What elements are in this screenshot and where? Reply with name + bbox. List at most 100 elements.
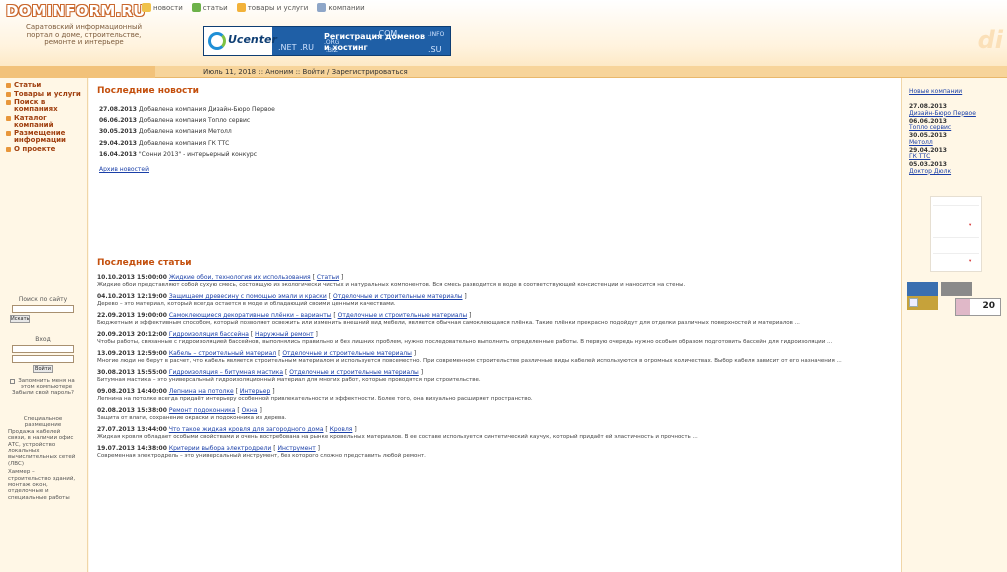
news-item[interactable]: 30.05.2013 Добавлена компания Метолл — [99, 126, 599, 137]
sidebar-link[interactable]: О проекте — [14, 145, 55, 153]
article-summary: Дерево – это материал, который всегда ос… — [97, 301, 396, 307]
company-link[interactable]: Доктор Дюлк — [909, 168, 1005, 176]
company-link[interactable]: Дизайн-Бюро Первое — [909, 110, 1005, 118]
article-category-link[interactable]: Кровля — [330, 426, 353, 433]
article-category-link[interactable]: Отделочные и строительные материалы — [289, 369, 419, 376]
date-user-login-links[interactable]: Июль 11, 2018 :: Аноним :: Войти / Зарег… — [203, 68, 408, 76]
search-button[interactable]: Искать — [10, 315, 30, 323]
broken-image-icon — [909, 298, 918, 307]
article-date: 27.07.2013 13:44:00 — [97, 426, 167, 433]
company-link[interactable]: Топло сервис — [909, 124, 1005, 132]
article-title-link[interactable]: Гидроизоляция – битумная мастика — [169, 369, 283, 376]
search-input[interactable] — [12, 305, 74, 313]
article-title-link[interactable]: Самоклеющиеся декоративные плёнки – вари… — [169, 312, 332, 319]
news-date: 29.04.2013 — [99, 139, 137, 147]
sidebar-item-goods[interactable]: Товары и услуги — [6, 90, 86, 98]
sidebar-link[interactable]: Поиск в компаниях — [14, 99, 86, 113]
article-date: 22.09.2013 19:00:00 — [97, 312, 167, 319]
search-label: Поиск по сайту — [18, 296, 68, 303]
company-link[interactable]: Метолл — [909, 139, 1005, 147]
news-item[interactable]: 16.04.2013 "Сонни 2013" - интерьерный ко… — [99, 149, 599, 160]
articles-list: 10.10.2013 15:00:00 Жидкие обои, техноло… — [97, 274, 897, 464]
article-title-link[interactable]: Защищаем древесину с помощью эмали и кра… — [169, 293, 327, 300]
company-link[interactable]: ГК ТТС — [909, 153, 1005, 161]
topnav-news-label: новости — [153, 3, 183, 12]
sidebar-link[interactable]: Статьи — [14, 82, 41, 89]
topnav-news[interactable]: новости — [142, 3, 183, 12]
news-item[interactable]: 29.04.2013 Добавлена компания ГК ТТС — [99, 138, 599, 149]
login-label: Вход — [35, 336, 51, 343]
article-title-link[interactable]: Жидкие обои, технология их использования — [169, 274, 311, 281]
bullet-icon — [6, 115, 11, 121]
remember-row: Запомнить меня на этом компьютере — [10, 378, 76, 390]
news-item[interactable]: 27.08.2013 Добавлена компания Дизайн-Бюр… — [99, 104, 599, 115]
article-item: 27.07.2013 13:44:00 Что такое жидкая кро… — [97, 426, 897, 441]
article-category-link[interactable]: Инструмент — [278, 445, 316, 452]
new-companies-title[interactable]: Новые компании — [909, 88, 962, 95]
zone-label: .SU — [428, 45, 442, 54]
goods-icon — [236, 3, 246, 12]
sidebar-item-company-search[interactable]: Поиск в компаниях — [6, 99, 86, 113]
news-text: "Сонни 2013" - интерьерный конкурс — [138, 150, 257, 158]
article-title-link[interactable]: Что такое жидкая кровля для загородного … — [169, 426, 324, 433]
article-category-link[interactable]: Окна — [242, 407, 258, 414]
news-text: Добавлена компания ГК ТТС — [138, 139, 230, 147]
article-title-link[interactable]: Лепнина на потолке — [169, 388, 234, 395]
article-category-link[interactable]: Отделочные и строительные материалы — [282, 350, 412, 357]
article-title-link[interactable]: Ремонт подоконника — [169, 407, 236, 414]
top-counter[interactable] — [941, 282, 973, 296]
sidebar-item-articles[interactable]: Статьи — [6, 82, 86, 89]
topnav-articles[interactable]: статьи — [191, 3, 228, 12]
login-button[interactable]: Войти — [33, 365, 53, 373]
article-title-link[interactable]: Гидроизоляция бассейна — [169, 331, 249, 338]
main-content: Последние новости 27.08.2013 Добавлена к… — [89, 78, 901, 572]
special-placement-text[interactable]: Продажа кабелей связи, в наличии офис АТ… — [8, 429, 78, 467]
news-archive-link[interactable]: Архив новостей — [99, 166, 149, 173]
forgot-password-link[interactable]: Забыли свой пароль? — [10, 390, 76, 396]
counter-badges-row-2: 20 — [907, 298, 1005, 318]
sidebar-link[interactable]: Товары и услуги — [14, 90, 81, 98]
article-category-link[interactable]: Отделочные и строительные материалы — [338, 312, 468, 319]
sidebar-link[interactable]: Каталог компаний — [14, 114, 86, 129]
site-logo[interactable]: DOMINFORM.RU — [4, 2, 145, 22]
article-item: 13.09.2013 12:59:00 Кабель – строительны… — [97, 350, 897, 365]
exchange-rates-widget[interactable]: ▾ ▾ — [930, 196, 982, 272]
username-field[interactable] — [12, 345, 74, 353]
ad-banner-ucenter[interactable]: Ucenter .COM .NET .RU .ORG .BIZ .INFO .S… — [203, 26, 451, 56]
topnav-companies[interactable]: компании — [317, 3, 365, 12]
article-item: 19.07.2013 14:38:00 Критерии выбора элек… — [97, 445, 897, 460]
news-date: 06.06.2013 — [99, 117, 137, 125]
sidebar-item-company-catalog[interactable]: Каталог компаний — [6, 114, 86, 129]
bullet-icon — [6, 131, 11, 136]
bullet-icon — [6, 83, 11, 88]
remember-checkbox[interactable] — [10, 379, 15, 384]
topnav-goods-label: товары и услуги — [247, 3, 309, 12]
article-item: 02.08.2013 15:38:00 Ремонт подоконника [… — [97, 407, 897, 422]
article-category-link[interactable]: Отделочные и строительные материалы — [333, 293, 463, 300]
article-summary: Бюджетным и эффективным способом, которы… — [97, 320, 800, 326]
right-sidebar: Новые компании 27.08.2013 Дизайн-Бюро Пе… — [901, 78, 1007, 572]
visits-counter[interactable]: 20 — [955, 298, 1001, 316]
banner-brand: Ucenter — [228, 33, 277, 46]
article-title-link[interactable]: Критерии выбора электродрели — [169, 445, 272, 452]
article-category-link[interactable]: Статьи — [317, 274, 339, 281]
article-title-link[interactable]: Кабель – строительный материал — [169, 350, 276, 357]
article-item: 09.08.2013 14:40:00 Лепнина на потолке [… — [97, 388, 897, 403]
article-category-link[interactable]: Интерьер — [240, 388, 270, 395]
news-item[interactable]: 06.06.2013 Добавлена компания Топло серв… — [99, 115, 599, 126]
sidebar-item-about[interactable]: О проекте — [6, 145, 86, 153]
sidebar-link[interactable]: Размещение информации — [14, 130, 86, 144]
rambler-counter[interactable] — [907, 282, 938, 296]
password-field[interactable] — [12, 355, 74, 363]
special-placement-text-2[interactable]: Хаммер – строительство зданий, монтаж ок… — [8, 469, 78, 501]
banner-text: Регистрация доменов и хостинг — [324, 32, 426, 52]
left-navigation: Статьи Товары и услуги Поиск в компаниях… — [6, 82, 86, 154]
article-summary: Лепнина на потолке всегда придаёт интерь… — [97, 396, 533, 402]
article-category-link[interactable]: Наружный ремонт — [255, 331, 314, 338]
article-summary: Современная электродрель – это универсал… — [97, 453, 426, 459]
rate-change: ▾ — [969, 223, 972, 228]
counter-band — [956, 299, 970, 315]
sidebar-item-placement[interactable]: Размещение информации — [6, 130, 86, 144]
topnav-goods[interactable]: товары и услуги — [236, 3, 309, 12]
article-date: 09.08.2013 14:40:00 — [97, 388, 167, 395]
